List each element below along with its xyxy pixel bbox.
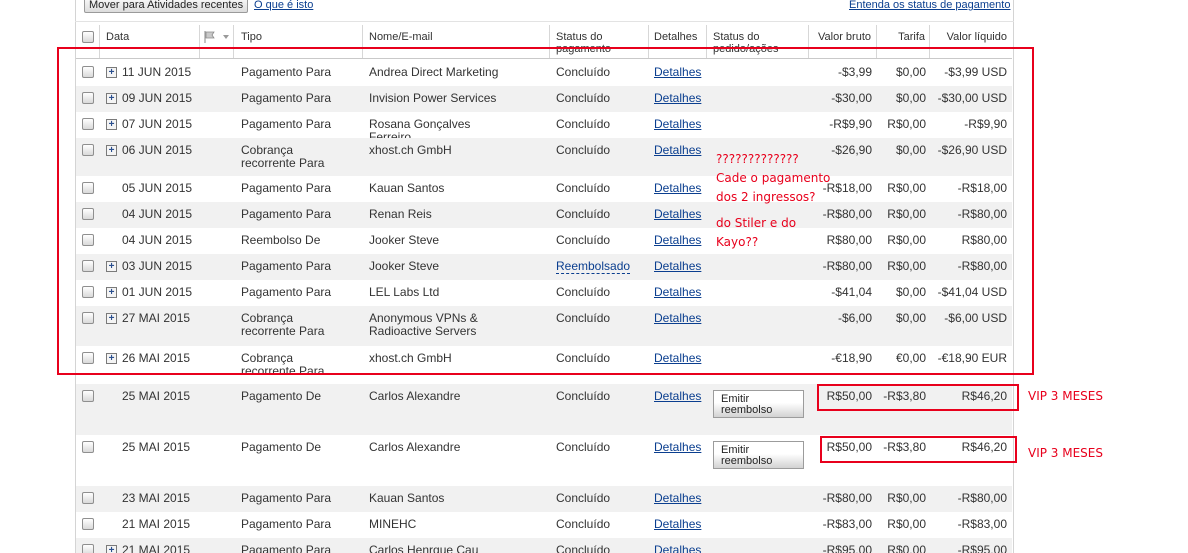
row-name: Carlos Henrque Cau xyxy=(369,543,479,553)
highlight-box-recent-payments xyxy=(57,47,1034,375)
row-payment-status: Concluído xyxy=(556,543,611,553)
expand-row-icon[interactable]: + xyxy=(106,545,117,553)
row-type: Pagamento Para xyxy=(241,543,332,553)
row-fee: R$0,00 xyxy=(887,517,926,531)
issue-refund-button[interactable]: Emitir reembolso xyxy=(713,390,804,418)
table-row: 23 MAI 2015 Pagamento Para Kauan Santos Con… xyxy=(76,486,1012,512)
row-date: 21 MAI 2015 xyxy=(122,543,191,553)
row-fee: R$0,00 xyxy=(887,491,926,505)
row-details-link[interactable]: Detalhes xyxy=(654,518,701,531)
table-row: 21 MAI 2015 Pagamento Para Carlos Henrque … xyxy=(76,538,1012,553)
row-details-link[interactable]: Detalhes xyxy=(654,390,701,403)
table-row: 21 MAI 2015 Pagamento Para MINEHC Concluído… xyxy=(76,512,1012,538)
row-details-link[interactable]: Detalhes xyxy=(654,441,701,454)
row-checkbox[interactable] xyxy=(82,544,94,553)
row-type: Pagamento Para xyxy=(241,517,332,531)
row-name: Carlos Alexandre xyxy=(369,389,461,403)
paypal-activity-page: Mover para Atividades recentes O que é i… xyxy=(0,0,1188,553)
highlight-box-vip-1 xyxy=(817,384,1019,411)
row-checkbox[interactable] xyxy=(82,441,94,453)
row-gross: -R$80,00 xyxy=(822,491,872,505)
row-date: 23 MAI 2015 xyxy=(122,491,191,505)
status-help-link[interactable]: Entenda os status de pagamento xyxy=(849,0,1010,11)
row-payment-status: Concluído xyxy=(556,389,611,403)
row-net: -R$83,00 xyxy=(957,517,1007,531)
annotation-line: ????????????? xyxy=(716,152,799,166)
row-type: Pagamento De xyxy=(241,440,322,454)
issue-refund-button[interactable]: Emitir reembolso xyxy=(713,441,804,469)
select-all-checkbox[interactable] xyxy=(82,31,94,43)
row-gross: -R$83,00 xyxy=(822,517,872,531)
row-checkbox[interactable] xyxy=(82,518,94,530)
row-fee: R$0,00 xyxy=(887,543,926,553)
row-details-link[interactable]: Detalhes xyxy=(654,544,701,553)
toolbar-divider xyxy=(75,21,1014,22)
row-net: -R$80,00 xyxy=(957,491,1007,505)
annotation-note: ????????????? Cade o pagamento dos 2 ing… xyxy=(716,150,830,252)
vip-label-1: VIP 3 MESES xyxy=(1028,389,1103,403)
row-gross: -R$95,00 xyxy=(822,543,872,553)
row-payment-status: Concluído xyxy=(556,491,611,505)
move-to-recent-button[interactable]: Mover para Atividades recentes xyxy=(84,0,249,13)
annotation-line: Kayo?? xyxy=(716,235,759,249)
row-payment-status: Concluído xyxy=(556,440,611,454)
row-date: 25 MAI 2015 xyxy=(122,440,191,454)
row-details-link[interactable]: Detalhes xyxy=(654,492,701,505)
row-payment-status: Concluído xyxy=(556,517,611,531)
annotation-line: do Stiler e do xyxy=(716,216,797,230)
annotation-line: Cade o pagamento xyxy=(716,171,831,185)
row-name: MINEHC xyxy=(369,517,417,531)
row-name: Kauan Santos xyxy=(369,491,445,505)
annotation-line: dos 2 ingressos? xyxy=(716,190,816,204)
row-checkbox[interactable] xyxy=(82,390,94,402)
row-type: Pagamento De xyxy=(241,389,322,403)
row-type: Pagamento Para xyxy=(241,491,332,505)
what-is-this-link[interactable]: O que é isto xyxy=(254,0,313,11)
highlight-box-vip-2 xyxy=(820,436,1017,463)
vip-label-2: VIP 3 MESES xyxy=(1028,446,1103,460)
row-checkbox[interactable] xyxy=(82,492,94,504)
row-date: 21 MAI 2015 xyxy=(122,517,191,531)
row-date: 25 MAI 2015 xyxy=(122,389,191,403)
row-name: Carlos Alexandre xyxy=(369,440,461,454)
row-net: -R$95,00 xyxy=(957,543,1007,553)
